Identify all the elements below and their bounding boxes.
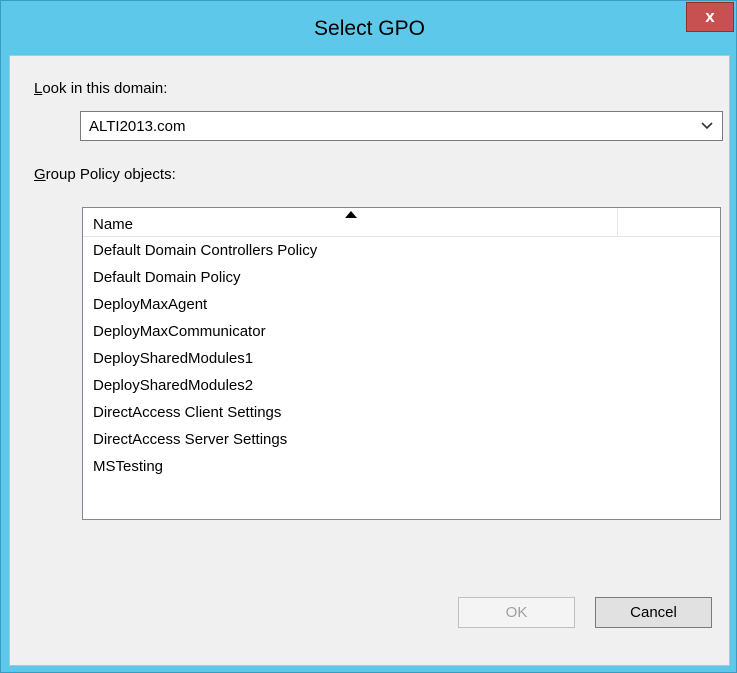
gpo-label-accelerator: G [34,166,46,183]
domain-label: Look in this domain: [34,80,167,97]
list-item[interactable]: DeployMaxAgent [83,291,720,318]
listview-rows: Default Domain Controllers Policy Defaul… [83,237,720,480]
domain-combobox-value: ALTI2013.com [89,118,186,135]
domain-label-text: ook in this domain: [42,80,168,97]
listview-header: Name [83,208,720,237]
column-header-name[interactable]: Name [83,208,618,236]
list-item[interactable]: DeploySharedModules2 [83,372,720,399]
column-header-name-label: Name [93,216,134,233]
ok-button[interactable]: OK [458,597,575,628]
domain-combobox[interactable]: ALTI2013.com [80,111,723,141]
gpo-list-label: Group Policy objects: [34,166,176,183]
gpo-label-text: roup Policy objects: [45,166,176,183]
list-item[interactable]: DeploySharedModules1 [83,345,720,372]
title-bar[interactable]: Select GPO x [1,1,737,55]
list-item[interactable]: DirectAccess Client Settings [83,399,720,426]
select-gpo-dialog: Select GPO x Look in this domain: ALTI20… [0,0,737,673]
close-icon: x [705,7,715,26]
list-item[interactable]: DirectAccess Server Settings [83,426,720,453]
list-item[interactable]: Default Domain Controllers Policy [83,237,720,264]
chevron-down-icon[interactable] [700,119,714,133]
list-item[interactable]: DeployMaxCommunicator [83,318,720,345]
dialog-body: Look in this domain: ALTI2013.com Group … [9,55,730,666]
close-button[interactable]: x [686,2,734,32]
column-header-extra[interactable] [618,208,720,236]
list-item[interactable]: MSTesting [83,453,720,480]
list-item[interactable]: Default Domain Policy [83,264,720,291]
dialog-title: Select GPO [314,17,425,40]
cancel-button[interactable]: Cancel [595,597,712,628]
sort-ascending-icon [345,211,357,218]
gpo-listview[interactable]: Name Default Domain Controllers Policy D… [82,207,721,520]
